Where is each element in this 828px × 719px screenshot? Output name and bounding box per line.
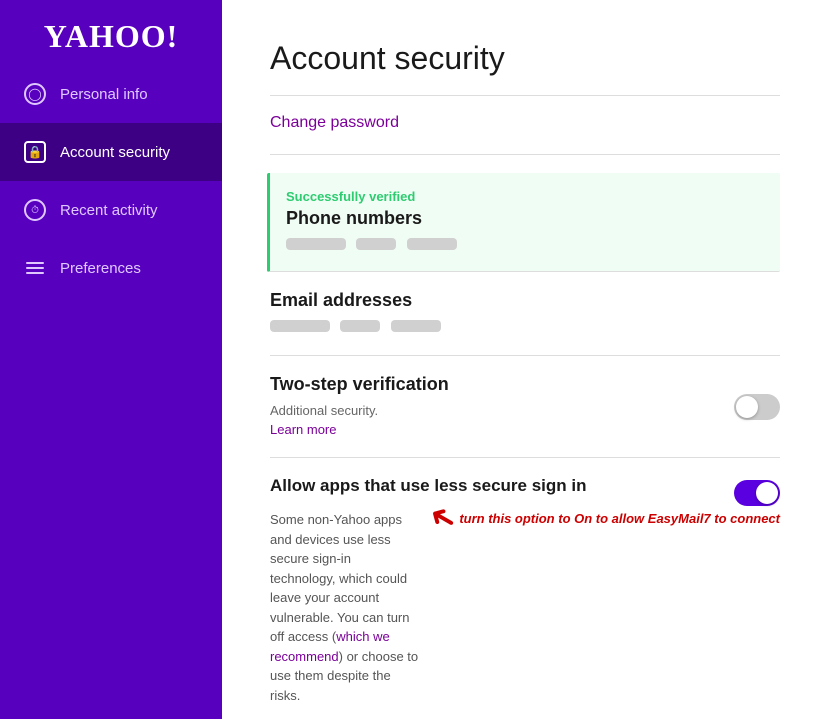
sidebar-item-label: Account security bbox=[60, 144, 170, 161]
toggle-track bbox=[734, 394, 780, 420]
yahoo-logo: YAHOO! bbox=[44, 18, 179, 54]
toggle-track-on bbox=[734, 480, 780, 506]
phone-section-title: Phone numbers bbox=[286, 208, 764, 229]
recommend-link[interactable]: which we recommend bbox=[270, 629, 390, 664]
verified-label: Successfully verified bbox=[286, 189, 764, 204]
two-step-info: Two-step verification Additional securit… bbox=[270, 374, 718, 439]
less-secure-title: Allow apps that use less secure sign in bbox=[270, 476, 702, 496]
main-content: Account security Change password Success… bbox=[222, 0, 828, 719]
annotation-text: turn this option to On to allow EasyMail… bbox=[459, 510, 780, 528]
page-title: Account security bbox=[270, 40, 780, 77]
toggle-knob bbox=[736, 396, 758, 418]
less-secure-desc: Some non-Yahoo apps and devices use less… bbox=[270, 510, 419, 705]
lock-icon: 🔒 bbox=[24, 141, 46, 163]
less-secure-section: Allow apps that use less secure sign in … bbox=[270, 458, 780, 719]
two-step-learn-more[interactable]: Learn more bbox=[270, 422, 336, 437]
sidebar: YAHOO! ◯ Personal info 🔒 Account securit… bbox=[0, 0, 222, 719]
email-section: Email addresses bbox=[270, 272, 780, 356]
toggle-knob-on bbox=[756, 482, 778, 504]
sidebar-item-personal-info[interactable]: ◯ Personal info bbox=[0, 65, 222, 123]
sidebar-item-recent-activity[interactable]: ⏱ Recent activity bbox=[0, 181, 222, 239]
logo-container: YAHOO! bbox=[0, 0, 222, 65]
two-step-section: Two-step verification Additional securit… bbox=[270, 356, 780, 458]
email-redacted bbox=[270, 319, 780, 337]
sidebar-item-label: Recent activity bbox=[60, 202, 158, 219]
title-divider bbox=[270, 95, 780, 96]
phone-section: Successfully verified Phone numbers bbox=[267, 173, 780, 272]
person-icon: ◯ bbox=[24, 83, 46, 105]
two-step-title: Two-step verification bbox=[270, 374, 718, 395]
less-secure-info: Allow apps that use less secure sign in bbox=[270, 476, 702, 502]
sidebar-item-account-security[interactable]: 🔒 Account security bbox=[0, 123, 222, 181]
change-password-link[interactable]: Change password bbox=[270, 114, 399, 132]
sidebar-item-preferences[interactable]: Preferences bbox=[0, 239, 222, 297]
email-section-title: Email addresses bbox=[270, 290, 780, 311]
two-step-toggle[interactable] bbox=[734, 394, 780, 420]
list-icon bbox=[24, 257, 46, 279]
two-step-subtitle: Additional security. bbox=[270, 403, 718, 418]
sidebar-item-label: Personal info bbox=[60, 86, 148, 103]
less-secure-toggle[interactable] bbox=[734, 480, 780, 506]
phone-redacted bbox=[286, 237, 764, 255]
section-divider-top bbox=[270, 154, 780, 155]
sidebar-item-label: Preferences bbox=[60, 260, 141, 277]
clock-icon: ⏱ bbox=[24, 199, 46, 221]
